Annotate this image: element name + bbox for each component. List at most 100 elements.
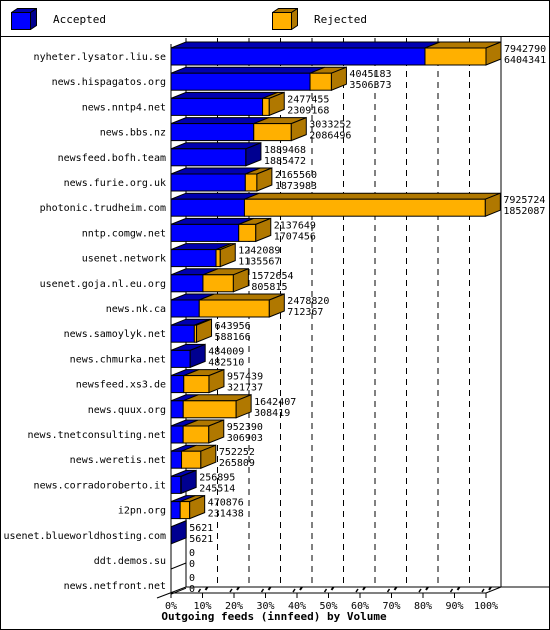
bar-group bbox=[170, 217, 272, 243]
bar-rejected bbox=[181, 450, 202, 469]
value-label-accepted: 6404341 bbox=[504, 55, 546, 66]
value-label-total: 2477455 bbox=[287, 94, 329, 105]
category-label: i2pn.org bbox=[118, 506, 166, 517]
bar-chart: nyheter.lysator.liu.se 79427906404341 news… bbox=[3, 36, 550, 623]
bar-accepted bbox=[170, 148, 247, 167]
bar-group bbox=[170, 343, 206, 369]
value-label-total: 643956 bbox=[215, 321, 251, 332]
bar-rejected bbox=[182, 400, 237, 419]
bar-group bbox=[170, 268, 249, 293]
value-label-total: 2165560 bbox=[275, 170, 317, 181]
x-tick-label: 90% bbox=[445, 601, 463, 612]
category-label: usenet.blueworldhosting.com bbox=[3, 531, 166, 542]
category-label: news.nntp4.net bbox=[82, 102, 166, 113]
category-label: news.tnetconsulting.net bbox=[28, 430, 166, 441]
bar-rejected bbox=[238, 223, 257, 242]
bar-group bbox=[170, 368, 225, 394]
bar-accepted bbox=[170, 223, 240, 242]
bar-accepted bbox=[170, 425, 184, 444]
bar-group bbox=[170, 444, 217, 469]
bar-accepted bbox=[170, 274, 204, 293]
value-label-total: 7942790 bbox=[504, 44, 546, 55]
value-label-accepted: 245514 bbox=[199, 483, 235, 494]
category-label: usenet.goja.nl.eu.org bbox=[40, 279, 166, 290]
bar-accepted bbox=[170, 249, 217, 268]
category-label: news.hispagatos.org bbox=[52, 77, 166, 88]
bar-group bbox=[170, 242, 236, 268]
value-label-total: 1242089 bbox=[238, 246, 280, 257]
bar-group bbox=[170, 469, 197, 495]
bar-group bbox=[170, 41, 502, 66]
category-label: news.bbs.nz bbox=[100, 128, 166, 139]
bar-accepted bbox=[170, 349, 191, 368]
value-label-total: 3033252 bbox=[309, 120, 351, 131]
bar-group bbox=[170, 293, 285, 318]
x-axis-label: Outgoing feeds (innfeed) by Volume bbox=[161, 610, 387, 623]
floor-right-edge bbox=[485, 586, 502, 594]
value-label-total: 752252 bbox=[219, 447, 255, 458]
bar-accepted bbox=[170, 123, 255, 142]
value-label-total: 0 bbox=[189, 573, 195, 584]
floor-tick bbox=[418, 588, 422, 593]
value-label-accepted: 588166 bbox=[215, 332, 251, 343]
bar-rejected bbox=[179, 501, 191, 520]
bar-accepted bbox=[170, 198, 245, 217]
category-label: nyheter.lysator.liu.se bbox=[34, 52, 166, 63]
category-label: news.chmurka.net bbox=[70, 354, 166, 365]
value-label-total: 4045183 bbox=[349, 69, 391, 80]
floor-tick bbox=[197, 588, 202, 593]
value-label-total: 2478820 bbox=[287, 296, 329, 307]
value-label-accepted: 231438 bbox=[208, 509, 244, 520]
bar-group bbox=[170, 562, 187, 570]
bar-group bbox=[170, 192, 501, 217]
bar-rejected bbox=[183, 375, 210, 394]
value-label-total: 484009 bbox=[208, 346, 244, 357]
bar-group bbox=[170, 167, 273, 192]
bar-accepted bbox=[170, 173, 246, 192]
category-label: news.samoylyk.net bbox=[64, 329, 166, 340]
bar-accepted bbox=[170, 97, 264, 116]
value-label-accepted: 2086496 bbox=[309, 131, 351, 142]
bar-rejected-top bbox=[244, 192, 501, 200]
bar-accepted-top bbox=[170, 117, 269, 125]
bar-accepted bbox=[170, 475, 182, 494]
value-label-total: 1572654 bbox=[251, 271, 293, 282]
value-label-total: 5621 bbox=[189, 523, 213, 534]
value-label-total: 256895 bbox=[199, 472, 235, 483]
value-label-accepted: 308419 bbox=[254, 408, 290, 419]
bar-accepted-top bbox=[170, 91, 278, 99]
bar-rejected bbox=[309, 72, 332, 91]
bar-rejected bbox=[253, 123, 292, 142]
value-label-total: 2137649 bbox=[274, 220, 316, 231]
value-label-accepted: 805815 bbox=[251, 282, 287, 293]
bar-rejected bbox=[243, 198, 486, 217]
category-label: news.netfront.net bbox=[64, 581, 166, 592]
floor-tick bbox=[355, 588, 359, 593]
bar-rejected bbox=[424, 47, 487, 66]
value-label-accepted: 0 bbox=[189, 584, 195, 595]
value-label-total: 0 bbox=[189, 548, 195, 559]
bar-group bbox=[170, 142, 262, 167]
floor-tick bbox=[292, 588, 296, 593]
bar-accepted bbox=[170, 47, 426, 66]
value-label-accepted: 1135567 bbox=[238, 257, 280, 268]
bar-accepted-side bbox=[170, 520, 187, 545]
bar-rejected bbox=[198, 299, 270, 318]
value-label-accepted: 1852087 bbox=[503, 206, 545, 217]
value-label-accepted: 1885472 bbox=[264, 156, 306, 167]
category-label: newsfeed.xs3.de bbox=[76, 380, 166, 391]
value-label-total: 957439 bbox=[227, 372, 263, 383]
floor-tick bbox=[481, 588, 485, 593]
bar-rejected bbox=[202, 274, 234, 293]
floor-tick bbox=[323, 588, 328, 593]
value-label-accepted: 265809 bbox=[219, 458, 255, 469]
category-label: photonic.trudheim.com bbox=[40, 203, 166, 214]
bar-accepted bbox=[170, 400, 184, 419]
bar-accepted bbox=[170, 450, 183, 469]
value-label-total: 1642407 bbox=[254, 397, 296, 408]
bar-rejected bbox=[182, 425, 210, 444]
bar-group bbox=[170, 66, 347, 91]
x-tick-label: 80% bbox=[414, 601, 432, 612]
value-label-total: 7925724 bbox=[503, 195, 545, 206]
value-label-accepted: 306903 bbox=[227, 433, 263, 444]
